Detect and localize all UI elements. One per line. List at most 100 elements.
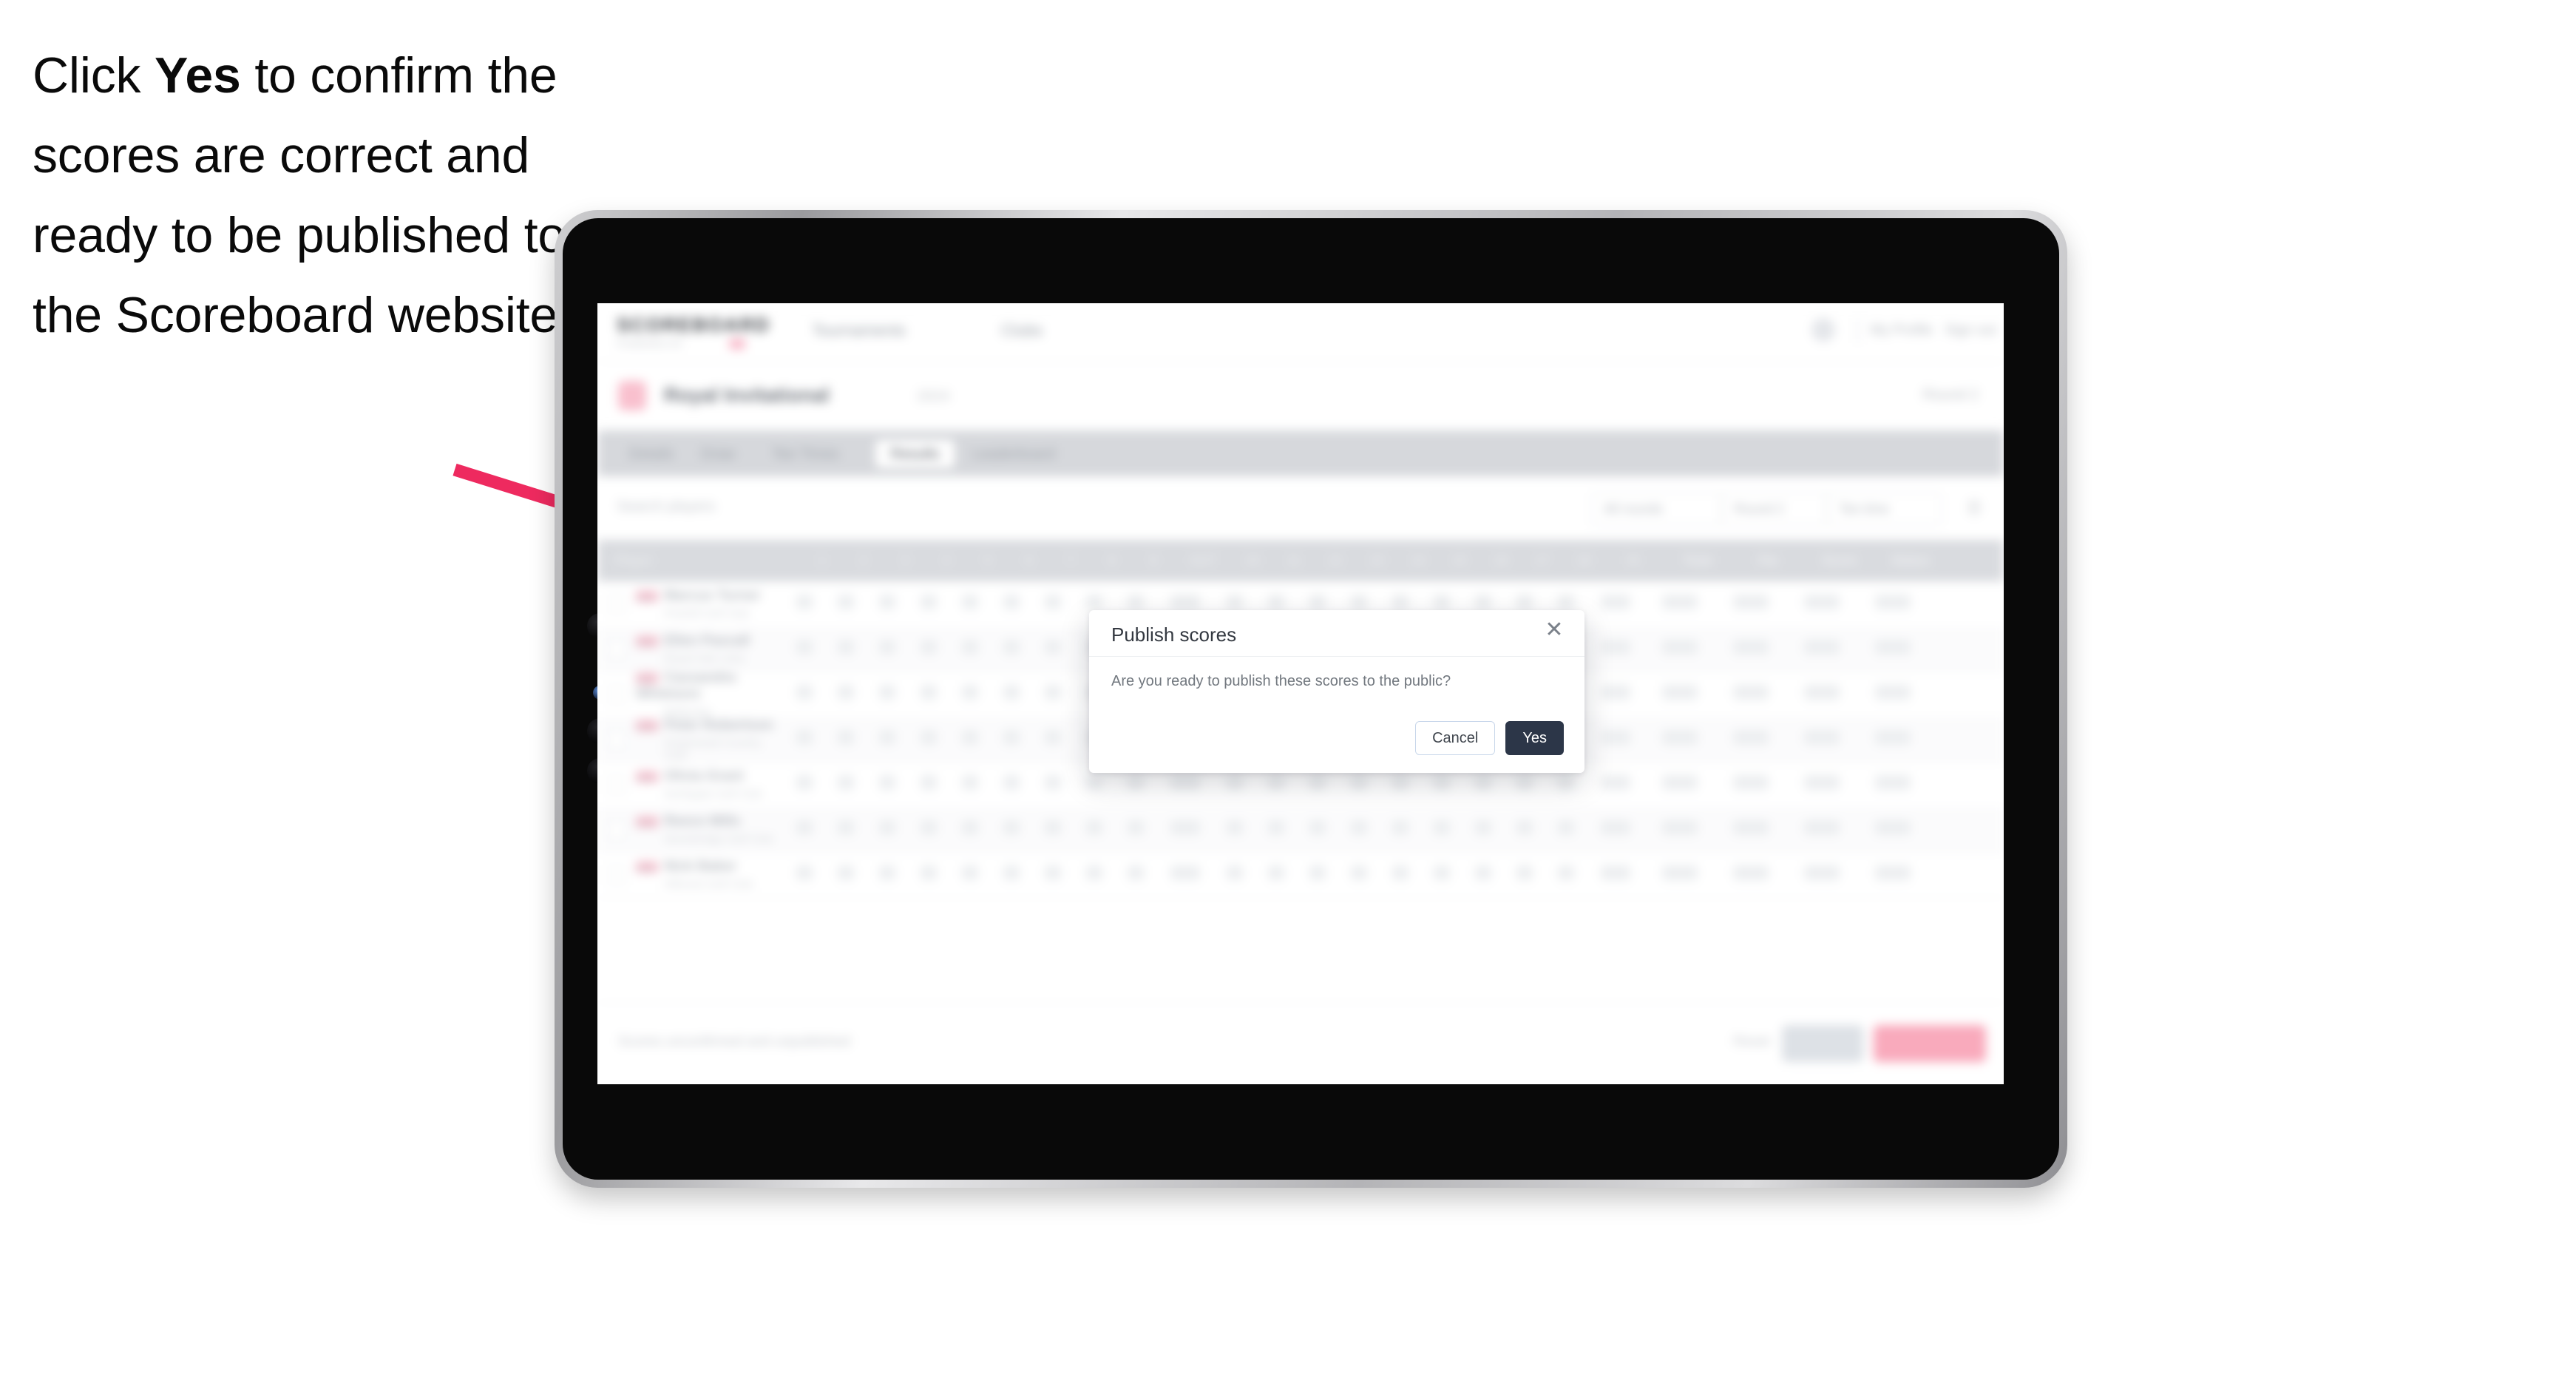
score-cell[interactable] [991,820,1032,839]
subtotal-cell[interactable] [1156,865,1214,884]
score-cell[interactable] [991,730,1032,748]
score-cell[interactable] [784,595,825,613]
avatar[interactable] [1811,318,1835,342]
score-cell[interactable] [825,820,867,839]
score-cell[interactable] [949,820,991,839]
score-cell[interactable] [1214,820,1255,839]
score-cell[interactable] [1032,730,1074,748]
score-cell[interactable] [1074,820,1115,839]
score-cell[interactable] [1545,865,1587,884]
score-cell[interactable] [1214,775,1255,794]
row-checkbox[interactable] [597,730,636,748]
score-cell[interactable] [825,640,867,658]
score-cell[interactable] [1255,775,1297,794]
score-cell[interactable] [1421,820,1462,839]
score-cell[interactable] [784,640,825,658]
tab-results[interactable]: Results [875,440,955,468]
score-cell[interactable] [1338,865,1380,884]
score-cell[interactable] [1214,865,1255,884]
filter-rounds-select[interactable]: All rounds [1591,493,1721,525]
score-cell[interactable] [1504,865,1545,884]
close-icon[interactable]: ✕ [1542,618,1567,643]
checkbox-icon[interactable] [608,640,626,658]
confirm-and-publish-button[interactable] [1874,1025,1986,1062]
row-checkbox[interactable] [597,685,636,703]
row-checkbox[interactable] [597,595,636,613]
score-cell[interactable] [1462,820,1504,839]
row-checkbox[interactable] [597,640,636,658]
score-cell[interactable] [908,595,949,613]
filter-round-select[interactable]: Round 2 [1721,493,1826,525]
filter-teetime-select[interactable]: Tee time [1826,493,1942,525]
yes-button[interactable]: Yes [1505,721,1564,755]
score-cell[interactable] [867,685,908,703]
score-cell[interactable] [1115,820,1156,839]
score-cell[interactable] [908,820,949,839]
footer-reset-link[interactable]: Reset [1733,1034,1770,1050]
app-logo[interactable]: SCOREBOARD [617,314,770,337]
tab-draw[interactable]: Draw [686,440,750,468]
score-cell[interactable] [1032,775,1074,794]
score-cell[interactable] [825,865,867,884]
score-cell[interactable] [1545,820,1587,839]
score-cell[interactable] [1380,820,1421,839]
score-cell[interactable] [949,685,991,703]
filter-icon[interactable]: ☰ [1967,498,1982,518]
table-row[interactable]: AM Reece Mills Stonebridge Golf Club [597,807,2004,853]
score-cell[interactable] [1255,820,1297,839]
score-cell[interactable] [908,865,949,884]
nav-item-tournaments[interactable]: Tournaments [812,321,906,340]
checkbox-icon[interactable] [608,865,626,884]
score-cell[interactable] [908,775,949,794]
subtotal-cell[interactable] [1587,730,1644,748]
row-checkbox[interactable] [597,820,636,839]
nav-signout-link[interactable]: Sign out [1945,322,1996,339]
score-cell[interactable] [1380,775,1421,794]
score-cell[interactable] [1297,775,1338,794]
cancel-button[interactable]: Cancel [1415,721,1496,755]
score-cell[interactable] [825,595,867,613]
score-cell[interactable] [1074,775,1115,794]
score-cell[interactable] [825,730,867,748]
score-cell[interactable] [1338,775,1380,794]
checkbox-icon[interactable] [608,775,626,794]
checkbox-icon[interactable] [608,820,626,839]
score-cell[interactable] [949,775,991,794]
subtotal-cell[interactable] [1587,640,1644,658]
score-cell[interactable] [1421,775,1462,794]
score-cell[interactable] [867,730,908,748]
score-cell[interactable] [784,685,825,703]
score-cell[interactable] [1380,865,1421,884]
score-cell[interactable] [991,685,1032,703]
score-cell[interactable] [1297,820,1338,839]
score-cell[interactable] [908,730,949,748]
score-cell[interactable] [908,640,949,658]
checkbox-icon[interactable] [608,730,626,748]
score-cell[interactable] [784,775,825,794]
score-cell[interactable] [867,640,908,658]
score-cell[interactable] [1462,775,1504,794]
score-cell[interactable] [867,820,908,839]
checkbox-icon[interactable] [608,685,626,703]
score-cell[interactable] [1115,775,1156,794]
subtotal-cell[interactable] [1587,865,1644,884]
score-cell[interactable] [991,865,1032,884]
row-checkbox[interactable] [597,775,636,794]
score-cell[interactable] [1032,820,1074,839]
subtotal-cell[interactable] [1156,820,1214,839]
score-cell[interactable] [1421,865,1462,884]
score-cell[interactable] [991,595,1032,613]
score-cell[interactable] [867,775,908,794]
score-cell[interactable] [1074,865,1115,884]
subtotal-cell[interactable] [1587,685,1644,703]
score-cell[interactable] [1255,865,1297,884]
search-input[interactable]: Search players [617,498,715,515]
score-cell[interactable] [1297,865,1338,884]
subtotal-cell[interactable] [1587,595,1644,613]
tab-details[interactable]: Details [614,440,688,468]
score-cell[interactable] [1032,685,1074,703]
score-cell[interactable] [1032,640,1074,658]
score-cell[interactable] [1115,865,1156,884]
score-cell[interactable] [867,595,908,613]
score-cell[interactable] [949,595,991,613]
